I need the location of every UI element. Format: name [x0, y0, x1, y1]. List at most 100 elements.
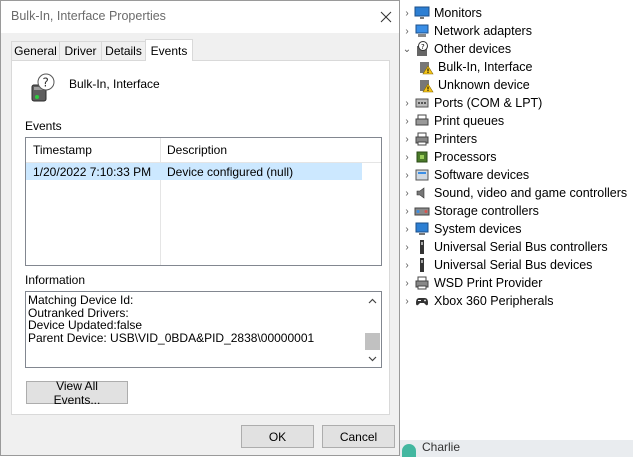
svg-text:?: ?: [43, 76, 49, 90]
scroll-down-button[interactable]: [364, 350, 381, 367]
tree-item-network-adapters[interactable]: › Network adapters: [400, 22, 532, 40]
chevron-right-icon[interactable]: ›: [400, 220, 414, 238]
printer-icon: [414, 275, 430, 291]
chevron-right-icon[interactable]: ›: [400, 184, 414, 202]
properties-dialog: Bulk-In, Interface Properties General Dr…: [0, 0, 400, 456]
svg-text:?: ?: [421, 43, 425, 51]
network-adapter-icon: [414, 23, 430, 39]
chevron-right-icon[interactable]: ›: [400, 4, 414, 22]
close-icon: [380, 11, 392, 23]
avatar[interactable]: [402, 444, 416, 457]
processor-icon: [414, 149, 430, 165]
tree-item-label: Unknown device: [438, 78, 530, 92]
tree-item-processors[interactable]: › Processors: [400, 148, 497, 166]
tree-item-label: Printers: [434, 132, 478, 146]
tab-details[interactable]: Details: [101, 41, 146, 60]
tab-general[interactable]: General: [11, 41, 60, 60]
tree-item-label: Ports (COM & LPT): [434, 96, 543, 110]
tree-item-xbox-peripherals[interactable]: › Xbox 360 Peripherals: [400, 292, 554, 310]
table-row[interactable]: 1/20/2022 7:10:33 PM Device configured (…: [26, 163, 362, 180]
warning-device-icon: [418, 77, 434, 93]
tree-item-bulk-in-interface[interactable]: Bulk-In, Interface: [418, 58, 533, 76]
close-button[interactable]: [376, 7, 396, 27]
cell-timestamp: 1/20/2022 7:10:33 PM: [33, 164, 152, 179]
column-divider: [160, 138, 161, 265]
tree-item-system-devices[interactable]: › System devices: [400, 220, 521, 238]
port-icon: [414, 95, 430, 111]
information-textbox[interactable]: Matching Device Id: Outranked Drivers: D…: [25, 291, 382, 368]
tree-item-label: Bulk-In, Interface: [438, 60, 533, 74]
chevron-down-icon: [368, 356, 377, 361]
chevron-right-icon[interactable]: ›: [400, 256, 414, 274]
tree-item-label: Monitors: [434, 6, 482, 20]
tree-item-usb-devices[interactable]: › Universal Serial Bus devices: [400, 256, 592, 274]
usb-icon: [414, 257, 430, 273]
title-bar[interactable]: Bulk-In, Interface Properties: [1, 1, 399, 33]
information-section-label: Information: [25, 273, 86, 287]
warning-device-icon: [418, 59, 434, 75]
tree-item-label: WSD Print Provider: [434, 276, 543, 290]
software-device-icon: [414, 167, 430, 183]
scroll-up-button[interactable]: [364, 292, 381, 309]
tree-item-sound-video-game[interactable]: › Sound, video and game controllers: [400, 184, 627, 202]
tree-item-label: Storage controllers: [434, 204, 539, 218]
tree-item-unknown-device[interactable]: Unknown device: [418, 76, 530, 94]
chevron-right-icon[interactable]: ›: [400, 274, 414, 292]
tree-item-label: Network adapters: [434, 24, 532, 38]
chevron-right-icon[interactable]: ›: [400, 202, 414, 220]
tree-item-printers[interactable]: › Printers: [400, 130, 477, 148]
tree-item-label: Other devices: [434, 42, 512, 56]
tree-item-label: Sound, video and game controllers: [434, 186, 628, 200]
unknown-device-icon: ?: [414, 41, 430, 57]
chevron-right-icon[interactable]: ›: [400, 130, 414, 148]
usb-icon: [414, 239, 430, 255]
device-name: Bulk-In, Interface: [69, 77, 160, 91]
device-manager-tree: › Monitors › Network adapters ⌄ ? Other …: [400, 0, 633, 440]
tree-item-label: Universal Serial Bus controllers: [434, 240, 608, 254]
info-line: Matching Device Id:: [28, 293, 134, 307]
tree-item-wsd-print-provider[interactable]: › WSD Print Provider: [400, 274, 542, 292]
taskbar-user-name[interactable]: Charlie: [422, 440, 460, 454]
monitor-icon: [414, 5, 430, 21]
tree-item-monitors[interactable]: › Monitors: [400, 4, 482, 22]
cell-description: Device configured (null): [167, 164, 294, 179]
tree-item-label: Software devices: [434, 168, 530, 182]
chevron-right-icon[interactable]: ›: [400, 166, 414, 184]
info-line: Device Updated:false: [28, 318, 143, 332]
chevron-up-icon: [368, 298, 377, 303]
chevron-right-icon[interactable]: ›: [400, 112, 414, 130]
column-header-timestamp[interactable]: Timestamp: [33, 138, 92, 162]
chevron-down-icon[interactable]: ⌄: [400, 40, 414, 58]
tree-item-ports[interactable]: › Ports (COM & LPT): [400, 94, 542, 112]
tree-item-other-devices[interactable]: ⌄ ? Other devices: [400, 40, 511, 58]
tree-item-usb-controllers[interactable]: › Universal Serial Bus controllers: [400, 238, 608, 256]
tree-item-label: Processors: [434, 150, 497, 164]
view-all-events-button[interactable]: View All Events...: [26, 379, 128, 407]
ok-button[interactable]: OK: [241, 425, 314, 448]
chevron-right-icon[interactable]: ›: [400, 148, 414, 166]
chevron-right-icon[interactable]: ›: [400, 292, 414, 310]
chevron-right-icon[interactable]: ›: [400, 94, 414, 112]
tree-item-label: Universal Serial Bus devices: [434, 258, 593, 272]
tree-item-software-devices[interactable]: › Software devices: [400, 166, 529, 184]
dialog-title: Bulk-In, Interface Properties: [11, 9, 166, 23]
tab-events[interactable]: Events: [145, 39, 193, 61]
tree-item-label: Xbox 360 Peripherals: [434, 294, 554, 308]
events-list[interactable]: Timestamp Description 1/20/2022 7:10:33 …: [25, 137, 382, 266]
tree-item-storage-controllers[interactable]: › Storage controllers: [400, 202, 539, 220]
chevron-right-icon[interactable]: ›: [400, 22, 414, 40]
events-section-label: Events: [25, 119, 62, 133]
info-line: Parent Device: USB\VID_0BDA&PID_2838\000…: [28, 330, 315, 345]
tab-driver[interactable]: Driver: [59, 41, 102, 60]
column-header-description[interactable]: Description: [167, 138, 227, 162]
cancel-button[interactable]: Cancel: [322, 425, 395, 448]
scroll-thumb[interactable]: [365, 333, 380, 350]
system-device-icon: [414, 221, 430, 237]
speaker-icon: [414, 185, 430, 201]
printer-icon: [414, 131, 430, 147]
tree-item-label: Print queues: [434, 114, 505, 128]
tree-item-print-queues[interactable]: › Print queues: [400, 112, 504, 130]
chevron-right-icon[interactable]: ›: [400, 238, 414, 256]
vertical-scrollbar[interactable]: [364, 292, 381, 367]
information-text: Matching Device Id: Outranked Drivers: D…: [28, 294, 314, 344]
